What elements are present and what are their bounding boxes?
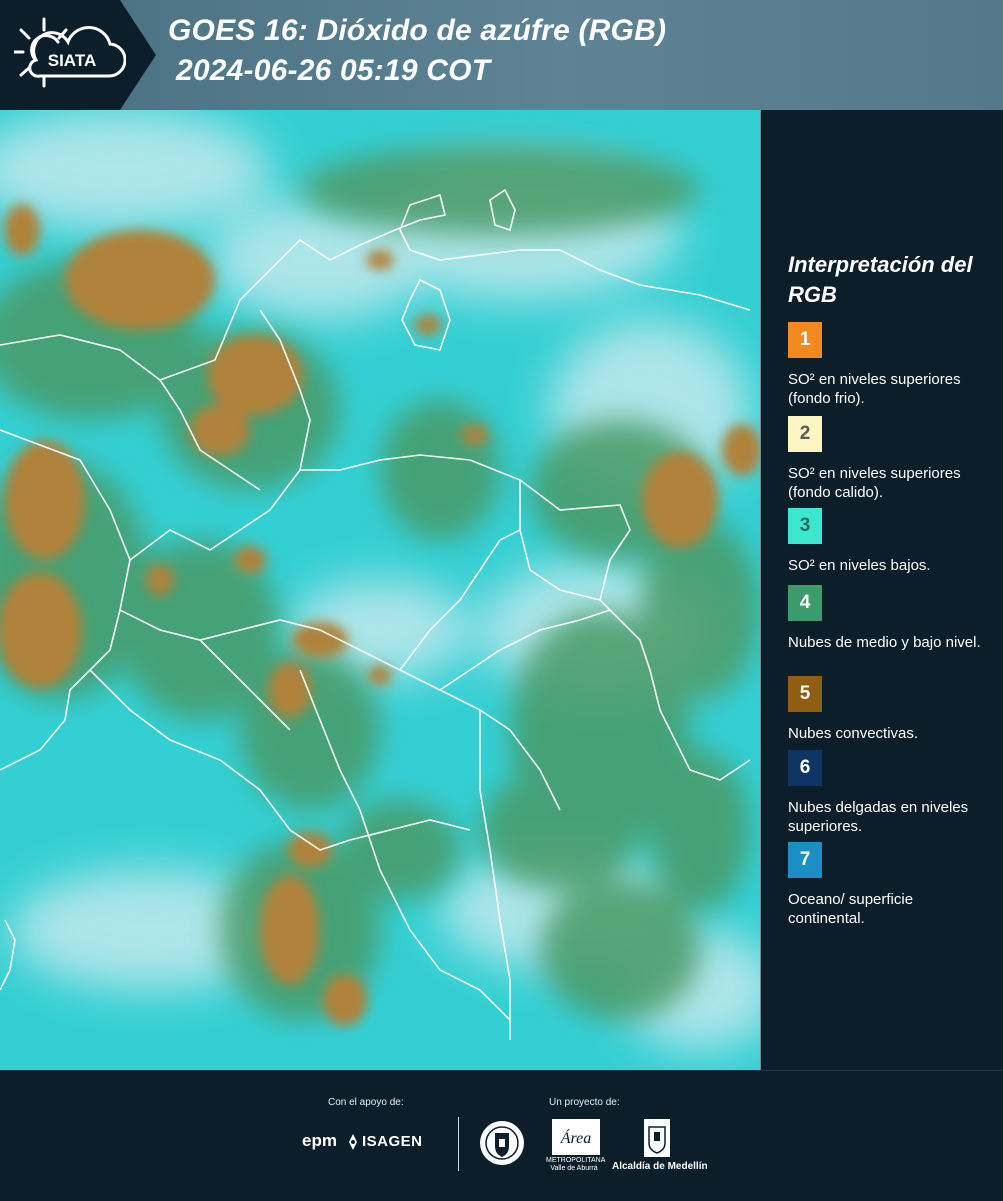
isagen-logo: ISAGEN <box>362 1133 423 1150</box>
satellite-map <box>0 110 761 1070</box>
footer: Con el apoyo de: Un proyecto de: epm ISA… <box>0 1070 1003 1201</box>
legend-swatch: 3 <box>788 508 822 544</box>
legend-item: 3 SO² en niveles bajos. <box>788 508 998 575</box>
alcaldia-medellin-name: Alcaldía de Medellín <box>612 1161 708 1172</box>
area-metropolitana-name: METROPOLITANA Valle de Aburrá <box>546 1157 606 1172</box>
satellite-image <box>0 110 760 1070</box>
legend-label: SO² en niveles superiores (fondo frio). <box>788 371 961 407</box>
area-metropolitana-logo: Área <box>552 1119 600 1155</box>
legend-item: 2 SO² en niveles superiores (fondo calid… <box>788 416 998 502</box>
legend-item: 1 SO² en niveles superiores (fondo frio)… <box>788 322 998 408</box>
legend-swatch: 5 <box>788 676 822 712</box>
area-logo-text: Área <box>560 1128 592 1147</box>
legend-item: 6 Nubes delgadas en niveles superiores. <box>788 750 998 836</box>
project-caption: Un proyecto de: <box>549 1097 620 1108</box>
legend-number: 1 <box>799 329 811 350</box>
legend-item: 7 Oceano/ superficie continental. <box>788 842 998 928</box>
medellin-seal-icon <box>480 1121 524 1165</box>
legend-swatch: 7 <box>788 842 822 878</box>
legend-number: 3 <box>799 515 811 536</box>
page-timestamp: 2024-06-26 05:19 COT <box>176 54 491 87</box>
header-bar: SIATA GOES 16: Dióxido de azúfre (RGB) 2… <box>0 0 1003 110</box>
legend-number: 4 <box>799 592 811 613</box>
legend-label: Nubes de medio y bajo nivel. <box>788 634 981 651</box>
footer-separator <box>458 1117 459 1171</box>
legend-swatch: 2 <box>788 416 822 452</box>
page-title: GOES 16: Dióxido de azúfre (RGB) <box>168 14 667 47</box>
siata-logo: SIATA <box>14 17 126 88</box>
legend-number: 5 <box>799 683 811 704</box>
legend-label: Oceano/ superficie continental. <box>788 891 914 927</box>
legend-swatch: 6 <box>788 750 822 786</box>
legend-number: 6 <box>799 757 811 778</box>
legend-item: 5 Nubes convectivas. <box>788 676 998 743</box>
legend-swatch: 4 <box>788 585 822 621</box>
legend-number: 2 <box>799 423 811 444</box>
legend-title: Interpretación del RGB <box>788 252 973 307</box>
legend-label: Nubes delgadas en niveles superiores. <box>788 799 969 835</box>
isagen-mark-icon <box>349 1134 357 1150</box>
epm-logo: epm <box>302 1131 337 1150</box>
siata-logo-text: SIATA <box>48 51 96 70</box>
legend-label: SO² en niveles bajos. <box>788 557 931 574</box>
legend-swatch: 1 <box>788 322 822 358</box>
alcaldia-crest-icon <box>644 1119 670 1157</box>
legend-label: SO² en niveles superiores (fondo calido)… <box>788 465 961 501</box>
support-caption: Con el apoyo de: <box>328 1097 404 1108</box>
legend-number: 7 <box>799 849 811 870</box>
legend-item: 4 Nubes de medio y bajo nivel. <box>788 585 998 652</box>
legend-label: Nubes convectivas. <box>788 725 919 742</box>
